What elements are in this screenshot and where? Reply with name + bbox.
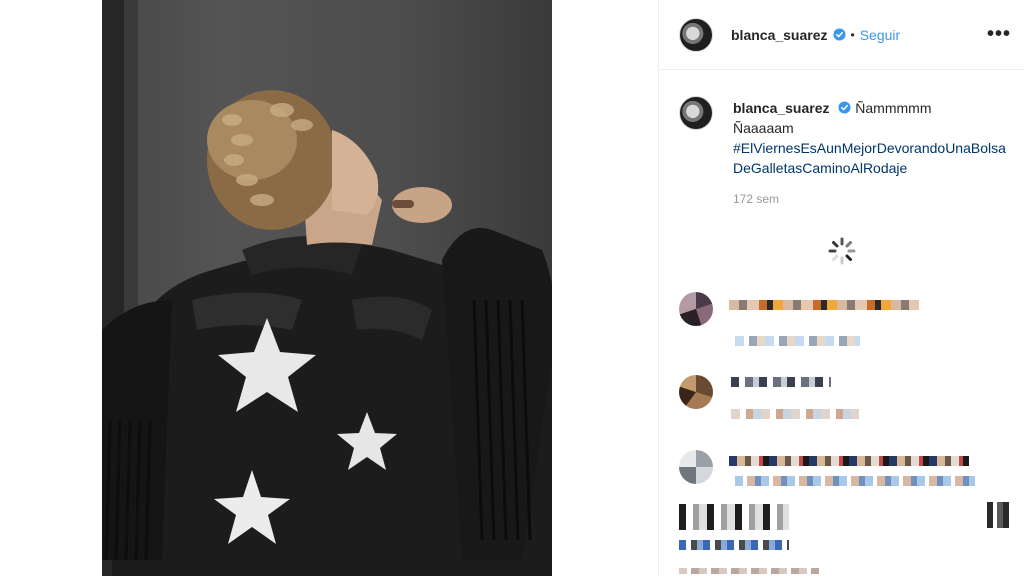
caption-line-1: Ñammmmm [855,100,932,116]
post-timestamp[interactable]: 172 sem [733,192,779,206]
more-options-icon[interactable]: ••• [987,24,1011,44]
follow-button[interactable]: Seguir [860,27,900,43]
comment-text-redacted [731,377,831,387]
caption-author-avatar[interactable] [679,96,713,130]
comment-meta-redacted [731,409,859,419]
post-sidebar: blanca_suarez • Seguir ••• blanca_suarez… [658,0,1024,576]
caption-text: blanca_suarez Ñammmmm Ñaaaaam #ElViernes… [733,98,1013,178]
comment-item [679,500,1019,574]
comment-item [679,292,1019,352]
caption-hashtag[interactable]: #ElViernesEsAunMejorDevorandoUnaBolsaDeG… [733,138,1013,178]
comment-text-redacted [729,300,919,310]
post-media-area [0,0,658,576]
author-avatar[interactable] [679,17,713,52]
header-separator: • [850,27,855,42]
photo-illustration [102,0,552,576]
comment-meta-redacted [735,336,860,346]
post-photo[interactable] [102,0,552,576]
comment-item [679,375,1019,435]
author-username[interactable]: blanca_suarez [731,27,828,43]
comment-avatar[interactable] [679,375,713,409]
comment-text-redacted [729,456,969,466]
comment-meta-redacted [679,568,819,574]
comment-meta-redacted [679,540,789,550]
comment-text-redacted [735,476,975,486]
loading-spinner-icon [828,237,856,265]
comment-text-redacted [987,502,1013,528]
verified-badge-icon [832,28,846,41]
comment-text-redacted [679,504,789,530]
caption-username[interactable]: blanca_suarez [733,100,830,116]
caption-line-2: Ñaaaaam [733,120,794,136]
post-header: blanca_suarez • Seguir ••• [659,0,1024,70]
comment-avatar[interactable] [679,450,713,484]
comment-avatar[interactable] [679,292,713,326]
verified-badge-icon [838,101,851,114]
